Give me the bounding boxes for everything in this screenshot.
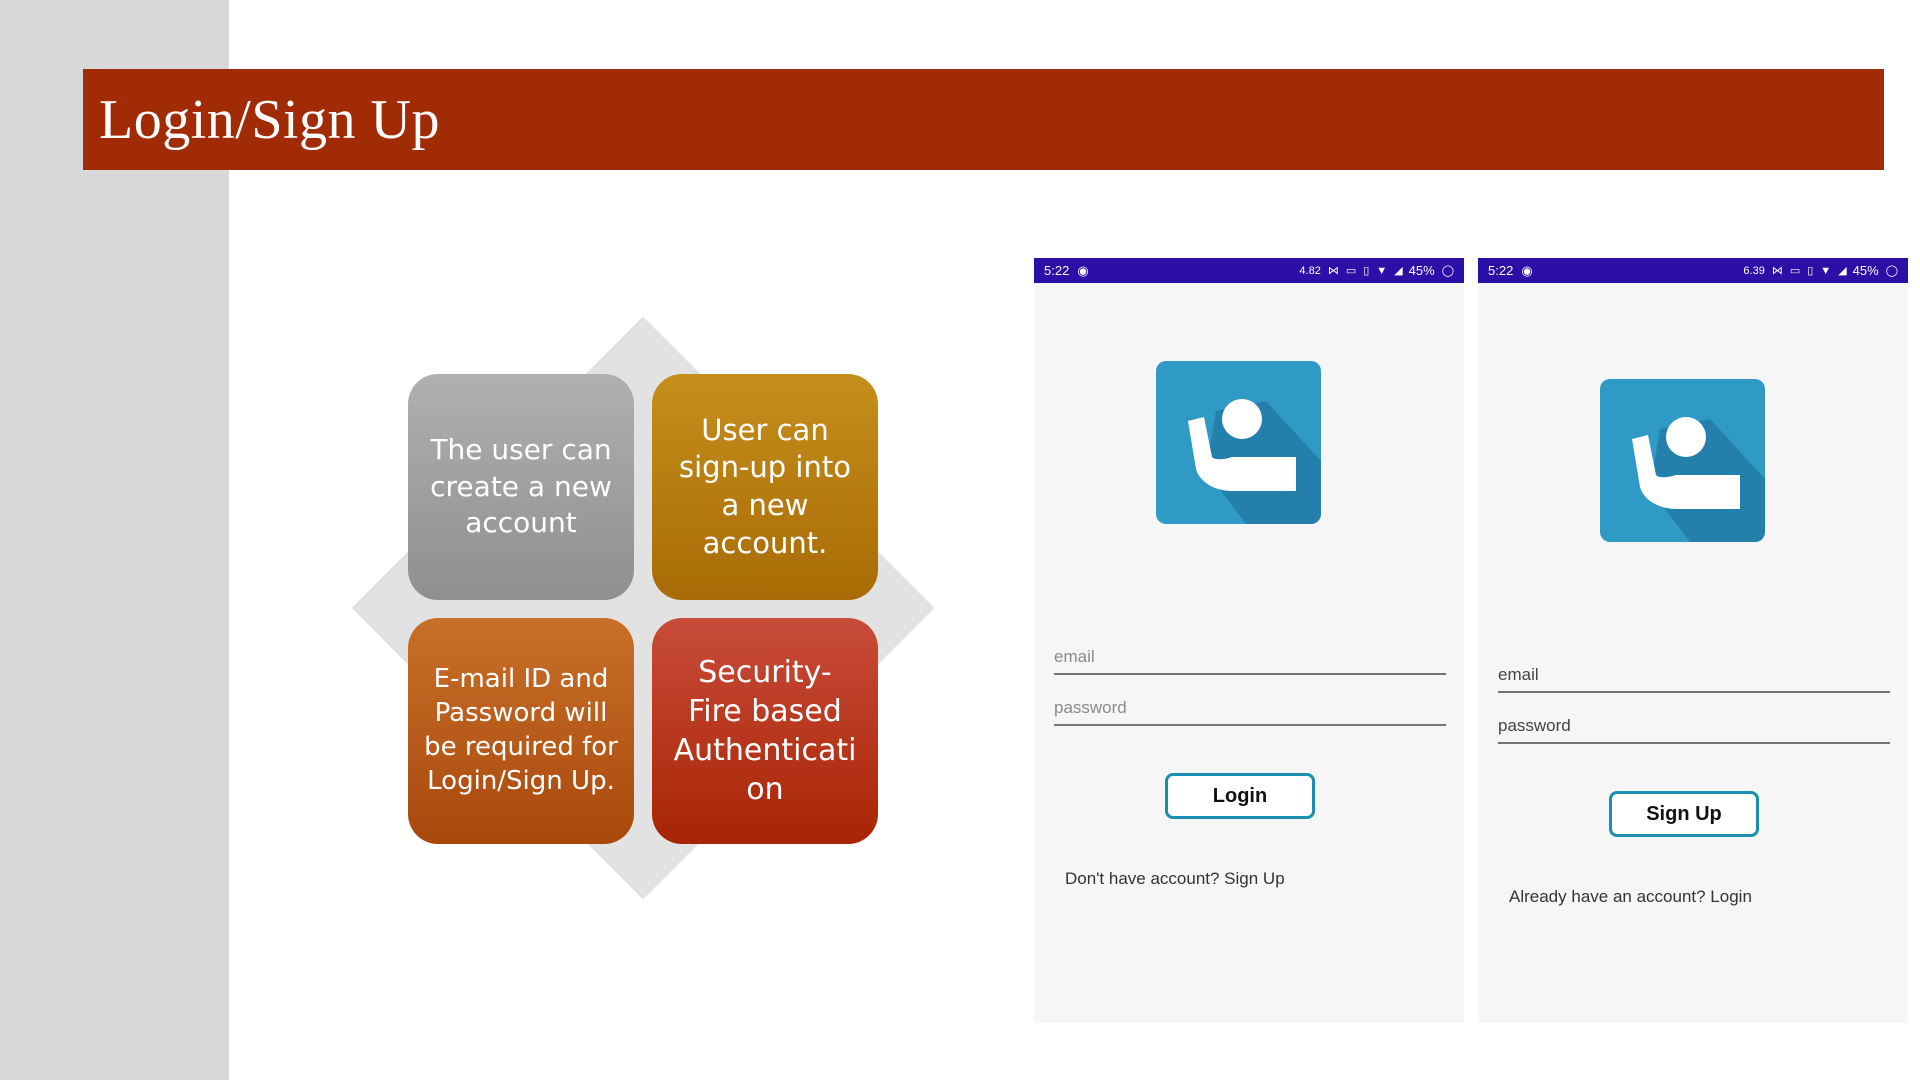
quadrant-sign-up: User can sign-up into a new account. [652, 374, 878, 600]
quadrant-text: E-mail ID and Password will be required … [424, 664, 618, 796]
net-speed: 6.39 [1743, 264, 1765, 277]
sign-up-button[interactable]: Sign Up [1609, 791, 1759, 837]
status-time: 5:22 [1044, 263, 1070, 278]
signal-icon: ◢ [1838, 265, 1847, 277]
battery-icon: ◯ [1441, 265, 1454, 277]
status-bar: 5:22 ◉ 6.39 ⋈ ▭ ▯ ▼ ◢ 45% ◯ [1478, 258, 1908, 283]
quadrant-text: User can sign-up into a new account. [679, 412, 851, 560]
volte-icon: ▭ [1789, 265, 1801, 277]
vibrate-icon: ▯ [1363, 265, 1370, 277]
email-input[interactable] [1054, 647, 1446, 667]
slide-title: Login/Sign Up [99, 88, 440, 151]
password-field[interactable] [1498, 702, 1890, 744]
login-link[interactable]: Already have an account? Login [1509, 887, 1752, 907]
signup-phone-screen: 5:22 ◉ 6.39 ⋈ ▭ ▯ ▼ ◢ 45% ◯ Sign Up Alre… [1478, 258, 1908, 1023]
net-speed: 4.82 [1299, 264, 1321, 277]
hand-raise-icon [1156, 361, 1321, 524]
signal-icon: ◢ [1394, 265, 1403, 277]
feature-diagram: The user can create a new account User c… [351, 316, 935, 900]
battery-icon: ◯ [1885, 265, 1898, 277]
bluetooth-icon: ⋈ [1771, 265, 1783, 277]
quadrant-create-account: The user can create a new account [408, 374, 634, 600]
discord-icon: ◉ [1521, 262, 1533, 278]
password-field[interactable] [1054, 684, 1446, 726]
quadrant-credentials: E-mail ID and Password will be required … [408, 618, 634, 844]
battery-level: 45% [1852, 263, 1879, 278]
login-button[interactable]: Login [1165, 773, 1315, 819]
password-input[interactable] [1498, 716, 1890, 736]
login-phone-screen: 5:22 ◉ 4.82 ⋈ ▭ ▯ ▼ ◢ 45% ◯ Login Don't … [1034, 258, 1464, 1023]
wifi-icon: ▼ [1820, 264, 1832, 277]
hand-raise-icon [1600, 379, 1765, 542]
quadrant-security: Security- Fire based Authenticati on [652, 618, 878, 844]
status-bar: 5:22 ◉ 4.82 ⋈ ▭ ▯ ▼ ◢ 45% ◯ [1034, 258, 1464, 283]
battery-level: 45% [1408, 263, 1435, 278]
email-field[interactable] [1054, 633, 1446, 675]
discord-icon: ◉ [1077, 262, 1089, 278]
status-time: 5:22 [1488, 263, 1514, 278]
quadrant-text: Security- Fire based Authenticati on [673, 655, 857, 807]
email-field[interactable] [1498, 651, 1890, 693]
vibrate-icon: ▯ [1807, 265, 1814, 277]
volte-icon: ▭ [1345, 265, 1357, 277]
sign-up-link[interactable]: Don't have account? Sign Up [1065, 869, 1285, 889]
title-banner: Login/Sign Up [83, 69, 1884, 170]
password-input[interactable] [1054, 698, 1446, 718]
wifi-icon: ▼ [1376, 264, 1388, 277]
quadrant-text: The user can create a new account [430, 433, 612, 540]
bluetooth-icon: ⋈ [1327, 265, 1339, 277]
email-input[interactable] [1498, 665, 1890, 685]
